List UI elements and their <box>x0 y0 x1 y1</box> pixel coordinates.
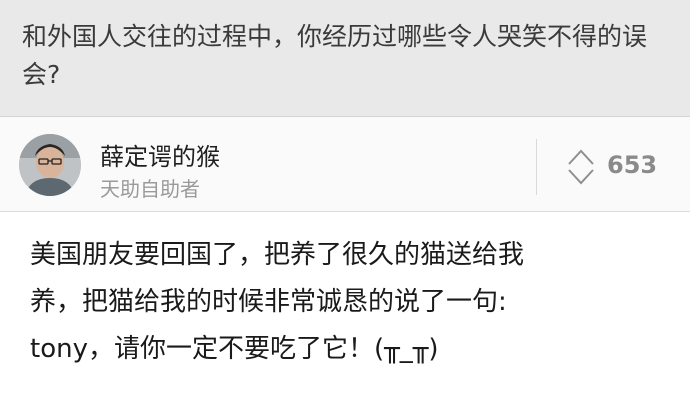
author-name[interactable]: 薛定谔的猴 <box>100 137 220 172</box>
divider <box>536 139 537 195</box>
answer-line: 养，把猫给我的时候非常诚恳的说了一句: <box>30 287 507 317</box>
question-header: 和外国人交往的过程中，你经历过哪些令人哭笑不得的误会? <box>0 0 690 116</box>
author-bar: 薛定谔的猴 天助自助者 653 <box>0 116 690 212</box>
avatar-photo-icon <box>19 134 81 196</box>
answer-body: 美国朋友要回国了，把养了很久的猫送给我 养，把猫给我的时候非常诚恳的说了一句: … <box>0 212 690 408</box>
vote-button[interactable]: 653 <box>566 147 671 187</box>
author-bio: 天助自助者 <box>100 177 200 201</box>
vote-count: 653 <box>607 151 658 179</box>
question-title[interactable]: 和外国人交往的过程中，你经历过哪些令人哭笑不得的误会? <box>22 18 666 94</box>
answer-line: 美国朋友要回国了，把养了很久的猫送给我 <box>30 240 525 270</box>
avatar[interactable] <box>19 134 81 196</box>
answer-line: tony，请你一定不要吃了它！(╥_╥) <box>30 334 439 364</box>
up-down-vote-icon <box>568 149 594 185</box>
